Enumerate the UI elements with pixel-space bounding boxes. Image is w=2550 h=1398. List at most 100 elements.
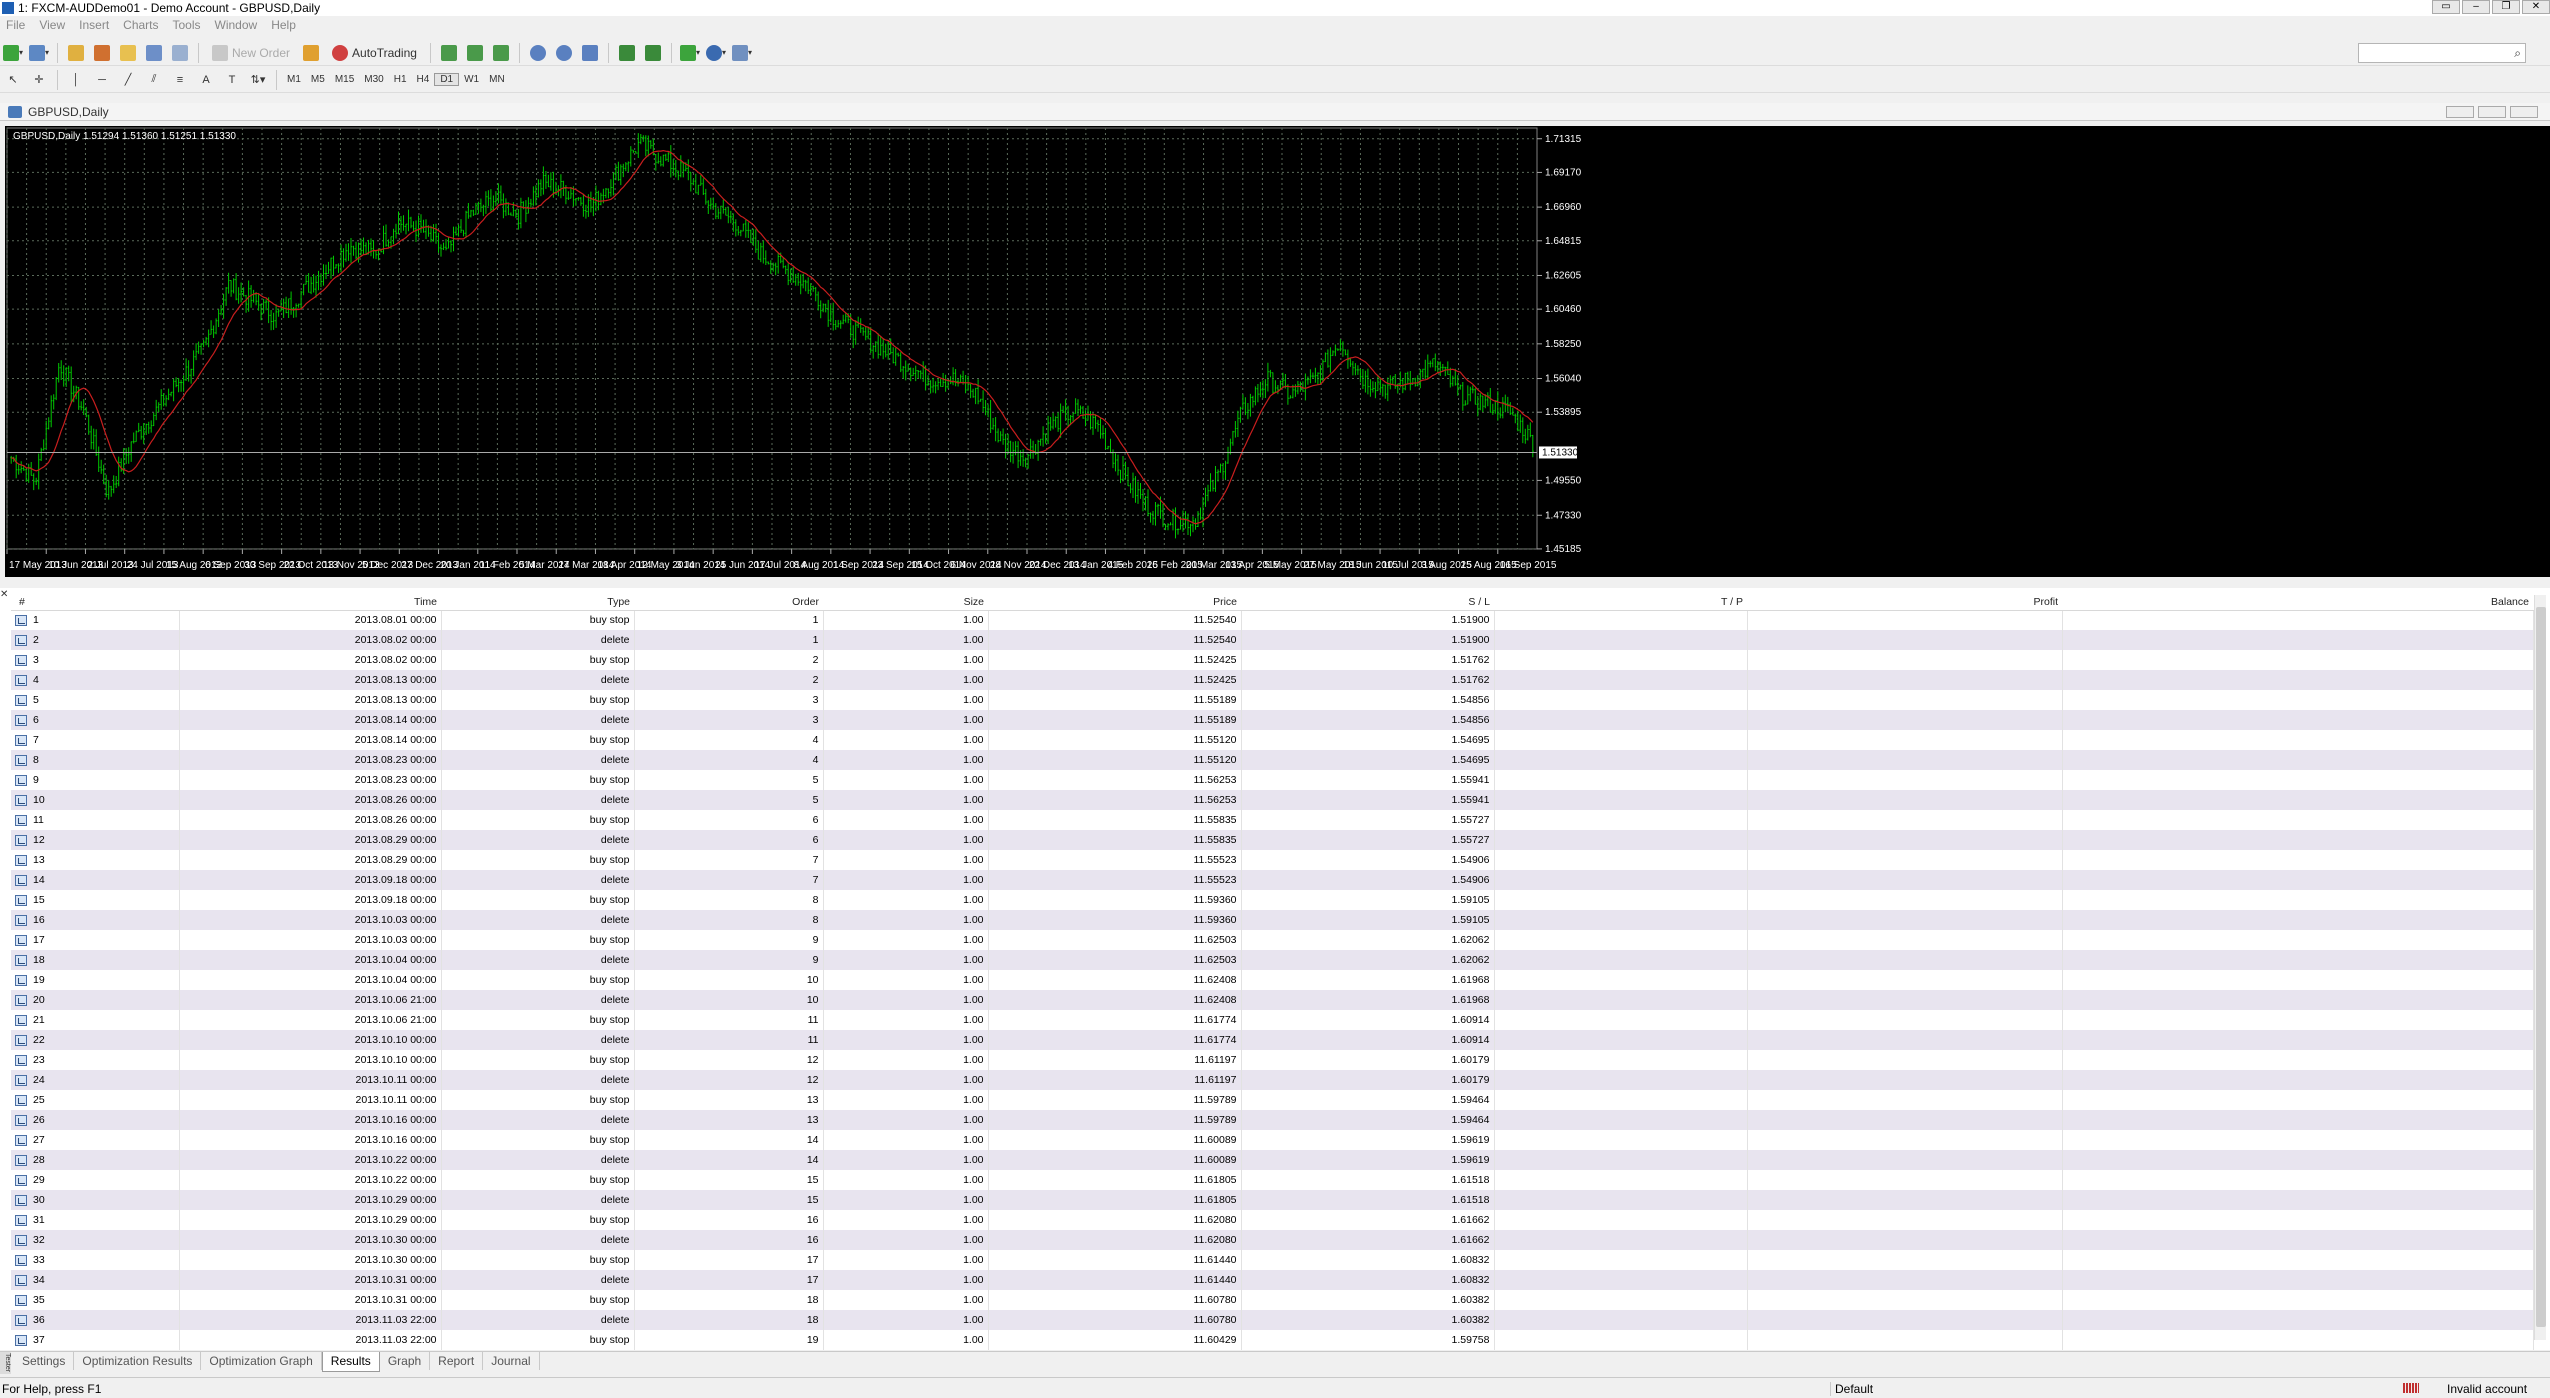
timeframe-mn[interactable]: MN: [484, 74, 510, 85]
vertical-line-button[interactable]: │: [65, 70, 87, 90]
fibonacci-button[interactable]: ≡: [169, 70, 191, 90]
table-row[interactable]: 27 2013.10.16 00:00 buy stop 14 1.00 11.60089…: [11, 1130, 2534, 1150]
table-row[interactable]: 6 2013.08.14 00:00 delete 3 1.00 11.55189 1.54…: [11, 710, 2534, 730]
table-row[interactable]: 10 2013.08.26 00:00 delete 5 1.00 11.56253 1.5…: [11, 790, 2534, 810]
column-header[interactable]: Profit: [1747, 595, 2062, 611]
table-row[interactable]: 9 2013.08.23 00:00 buy stop 5 1.00 11.56253 1.…: [11, 770, 2534, 790]
terminal-button[interactable]: [143, 43, 165, 63]
table-row[interactable]: 13 2013.08.29 00:00 buy stop 7 1.00 11.55523 1…: [11, 850, 2534, 870]
table-row[interactable]: 1 2013.08.01 00:00 buy stop 1 1.00 11.52540 1.…: [11, 610, 2534, 630]
timeframe-h1[interactable]: H1: [389, 74, 412, 85]
menu-view[interactable]: View: [35, 18, 75, 32]
chart-close-button[interactable]: [2510, 106, 2538, 118]
menu-insert[interactable]: Insert: [75, 18, 119, 32]
menu-tools[interactable]: Tools: [169, 18, 211, 32]
column-header[interactable]: S / L: [1241, 595, 1494, 611]
profiles-button[interactable]: ▾: [28, 43, 50, 63]
autotrading-button[interactable]: AutoTrading: [326, 43, 423, 63]
table-row[interactable]: 28 2013.10.22 00:00 delete 14 1.00 11.60089 1.…: [11, 1150, 2534, 1170]
table-row[interactable]: 18 2013.10.04 00:00 delete 9 1.00 11.62503 1.6…: [11, 950, 2534, 970]
close-icon[interactable]: ✕: [0, 589, 8, 600]
column-header[interactable]: Size: [823, 595, 988, 611]
table-row[interactable]: 2 2013.08.02 00:00 delete 1 1.00 11.52540 1.51…: [11, 630, 2534, 650]
tab-optimization-graph[interactable]: Optimization Graph: [201, 1352, 322, 1370]
tab-results[interactable]: Results: [321, 1352, 380, 1372]
menu-charts[interactable]: Charts: [119, 18, 168, 32]
table-row[interactable]: 8 2013.08.23 00:00 delete 4 1.00 11.55120 1.54…: [11, 750, 2534, 770]
strategy-tester-button[interactable]: [169, 43, 191, 63]
minimize-button[interactable]: –: [2462, 0, 2490, 14]
timeframe-d1[interactable]: D1: [434, 73, 460, 86]
table-row[interactable]: 26 2013.10.16 00:00 delete 13 1.00 11.59789 1.…: [11, 1110, 2534, 1130]
tab-journal[interactable]: Journal: [483, 1352, 540, 1370]
column-header[interactable]: T / P: [1494, 595, 1747, 611]
cursor-button[interactable]: ↖: [2, 70, 24, 90]
column-header[interactable]: Time: [179, 595, 441, 611]
timeframe-m1[interactable]: M1: [282, 74, 306, 85]
table-row[interactable]: 30 2013.10.29 00:00 delete 15 1.00 11.61805 1.…: [11, 1190, 2534, 1210]
maximize-button[interactable]: ❐: [2492, 0, 2520, 14]
timeframe-m15[interactable]: M15: [330, 74, 359, 85]
table-row[interactable]: 16 2013.10.03 00:00 delete 8 1.00 11.59360 1.5…: [11, 910, 2534, 930]
column-header[interactable]: Balance: [2062, 595, 2533, 611]
text-button[interactable]: A: [195, 70, 217, 90]
bar-chart-button[interactable]: [438, 43, 460, 63]
tab-report[interactable]: Report: [430, 1352, 484, 1370]
table-row[interactable]: 34 2013.10.31 00:00 delete 17 1.00 11.61440 1.…: [11, 1270, 2534, 1290]
auto-scroll-button[interactable]: [616, 43, 638, 63]
zoom-out-button[interactable]: [553, 43, 575, 63]
column-header[interactable]: Price: [988, 595, 1241, 611]
metaeditor-button[interactable]: [300, 43, 322, 63]
results-scrollbar[interactable]: [2534, 595, 2546, 1340]
data-window-button[interactable]: [91, 43, 113, 63]
horizontal-line-button[interactable]: ─: [91, 70, 113, 90]
timeframe-m30[interactable]: M30: [359, 74, 388, 85]
tab-settings[interactable]: Settings: [14, 1352, 75, 1370]
table-row[interactable]: 15 2013.09.18 00:00 buy stop 8 1.00 11.59360 1…: [11, 890, 2534, 910]
crosshair-button[interactable]: ✛: [28, 70, 50, 90]
table-row[interactable]: 12 2013.08.29 00:00 delete 6 1.00 11.55835 1.5…: [11, 830, 2534, 850]
table-row[interactable]: 7 2013.08.14 00:00 buy stop 4 1.00 11.55120 1.…: [11, 730, 2534, 750]
table-row[interactable]: 25 2013.10.11 00:00 buy stop 13 1.00 11.59789…: [11, 1090, 2534, 1110]
search-icon[interactable]: ⌕: [2514, 46, 2521, 61]
restore-ribbon-button[interactable]: ▭: [2432, 0, 2460, 14]
trendline-button[interactable]: ╱: [117, 70, 139, 90]
menu-help[interactable]: Help: [267, 18, 306, 32]
table-row[interactable]: 20 2013.10.06 21:00 delete 10 1.00 11.62408 1.…: [11, 990, 2534, 1010]
text-label-button[interactable]: T: [221, 70, 243, 90]
indicators-button[interactable]: ▾: [679, 43, 701, 63]
new-order-button[interactable]: New Order: [206, 43, 296, 63]
tab-optimization-results[interactable]: Optimization Results: [74, 1352, 202, 1370]
tile-windows-button[interactable]: [579, 43, 601, 63]
menu-window[interactable]: Window: [211, 18, 268, 32]
table-row[interactable]: 3 2013.08.02 00:00 buy stop 2 1.00 11.52425 1.…: [11, 650, 2534, 670]
table-row[interactable]: 11 2013.08.26 00:00 buy stop 6 1.00 11.55835 1…: [11, 810, 2534, 830]
table-row[interactable]: 4 2013.08.13 00:00 delete 2 1.00 11.52425 1.51…: [11, 670, 2534, 690]
table-row[interactable]: 33 2013.10.30 00:00 buy stop 17 1.00 11.61440…: [11, 1250, 2534, 1270]
navigator-button[interactable]: [117, 43, 139, 63]
column-header[interactable]: Order: [634, 595, 823, 611]
new-chart-button[interactable]: ▾: [2, 43, 24, 63]
table-row[interactable]: 36 2013.11.03 22:00 delete 18 1.00 11.60780 1.…: [11, 1310, 2534, 1330]
price-chart[interactable]: 17 May 2013 10 Jun 2013 2 Jul 2013 24 Jul 2…: [5, 126, 2550, 577]
table-row[interactable]: 32 2013.10.30 00:00 delete 16 1.00 11.62080 1.…: [11, 1230, 2534, 1250]
table-row[interactable]: 37 2013.11.03 22:00 buy stop 19 1.00 11.60429…: [11, 1330, 2534, 1350]
scrollbar-thumb[interactable]: [2536, 607, 2546, 1327]
table-row[interactable]: 14 2013.09.18 00:00 delete 7 1.00 11.55523 1.5…: [11, 870, 2534, 890]
table-row[interactable]: 19 2013.10.04 00:00 buy stop 10 1.00 11.62408…: [11, 970, 2534, 990]
timeframe-w1[interactable]: W1: [459, 74, 484, 85]
column-header[interactable]: #: [11, 595, 179, 611]
table-row[interactable]: 24 2013.10.11 00:00 delete 12 1.00 11.61197 1.…: [11, 1070, 2534, 1090]
market-watch-button[interactable]: [65, 43, 87, 63]
tab-graph[interactable]: Graph: [380, 1352, 431, 1370]
arrows-button[interactable]: ⇅▾: [247, 70, 269, 90]
chart-restore-button[interactable]: [2478, 106, 2506, 118]
close-button[interactable]: ✕: [2522, 0, 2550, 14]
table-row[interactable]: 21 2013.10.06 21:00 buy stop 11 1.00 11.61774…: [11, 1010, 2534, 1030]
search-input[interactable]: ⌕: [2358, 43, 2526, 63]
templates-button[interactable]: ▾: [731, 43, 753, 63]
table-row[interactable]: 31 2013.10.29 00:00 buy stop 16 1.00 11.62080…: [11, 1210, 2534, 1230]
line-chart-button[interactable]: [490, 43, 512, 63]
table-row[interactable]: 5 2013.08.13 00:00 buy stop 3 1.00 11.55189 1.…: [11, 690, 2534, 710]
candlesticks-button[interactable]: [464, 43, 486, 63]
